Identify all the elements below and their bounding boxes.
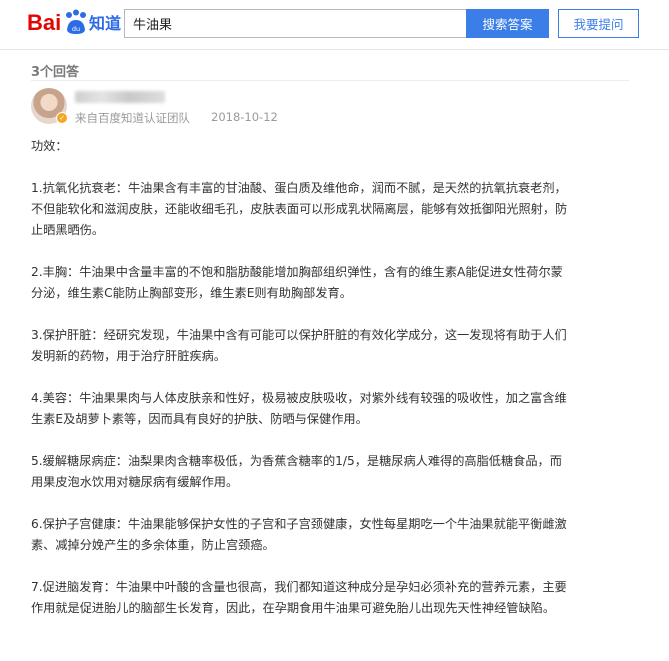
answer-body: 功效： 1.抗氧化抗衰老：牛油果含有丰富的甘油酸、蛋白质及维他命，润而不腻，是天…: [31, 136, 631, 619]
paragraph-line: 1.抗氧化抗衰老：牛油果含有丰富的甘油酸、蛋白质及维他命，润而不腻，是天然的抗氧…: [31, 181, 567, 195]
paragraph-line: 分泌，维生素C能防止胸部变形，维生素E则有助胸部发育。: [31, 286, 352, 300]
baidu-zhidao-logo[interactable]: Bai du 知道: [27, 8, 123, 36]
paragraph-line: 7.促进脑发育：牛油果中叶酸的含量也很高，我们都知道这种成分是孕妇必须补充的营养…: [31, 580, 567, 594]
answer-paragraph: 2.丰胸：牛油果中含量丰富的不饱和脂肪酸能增加胸部组织弹性，含有的维生素A能促进…: [31, 262, 631, 304]
answer-paragraph: 3.保护肝脏：经研究发现，牛油果中含有可能可以保护肝脏的有效化学成分，这一发现将…: [31, 325, 631, 367]
top-search-bar: Bai du 知道 搜索答案 我要提问: [0, 0, 669, 46]
paragraph-line: 止晒黑晒伤。: [31, 223, 105, 237]
answer-paragraph: 4.美容：牛油果果肉与人体皮肤亲和性好，极易被皮肤吸收，对紫外线有较强的吸收性，…: [31, 388, 631, 430]
paragraph-line: 生素E及胡萝卜素等，因而具有良好的护肤、防晒与保健作用。: [31, 412, 368, 426]
svg-text:知道: 知道: [89, 14, 121, 33]
paragraph-line: 发明新的药物，用于治疗肝脏疾病。: [31, 349, 226, 363]
answer-source[interactable]: 来自百度知道认证团队: [75, 110, 190, 126]
paragraph-line: 3.保护肝脏：经研究发现，牛油果中含有可能可以保护肝脏的有效化学成分，这一发现将…: [31, 328, 567, 342]
answer-paragraph: 5.缓解糖尿病症：油梨果肉含糖率极低，为香蕉含糖率的1/5，是糖尿病人难得的高脂…: [31, 451, 631, 493]
svg-text:du: du: [72, 25, 80, 33]
blurred-username: [75, 91, 165, 103]
search-answer-button[interactable]: 搜索答案: [466, 9, 549, 38]
paragraph-line: 不但能软化和滋润皮肤，还能收细毛孔，皮肤表面可以形成乳状隔离层，能够有效抵御阳光…: [31, 202, 568, 216]
paragraph-line: 用果皮泡水饮用对糖尿病有缓解作用。: [31, 475, 239, 489]
paragraph-line: 6.保护子宫健康：牛油果能够保护女性的子宫和子宫颈健康，女性每星期吃一个牛油果就…: [31, 517, 567, 531]
header-divider: [0, 49, 669, 50]
paragraph-line: 作用就是促进胎儿的脑部生长发育，因此，在孕期食用牛油果可避免胎儿出现先天性神经管…: [31, 601, 556, 615]
paragraph-line: 2.丰胸：牛油果中含量丰富的不饱和脂肪酸能增加胸部组织弹性，含有的维生素A能促进…: [31, 265, 563, 279]
answer-paragraph: 6.保护子宫健康：牛油果能够保护女性的子宫和子宫颈健康，女性每星期吃一个牛油果就…: [31, 514, 631, 556]
paragraph-line: 5.缓解糖尿病症：油梨果肉含糖率极低，为香蕉含糖率的1/5，是糖尿病人难得的高脂…: [31, 454, 562, 468]
paragraph-line: 素、减掉分娩产生的多余体重，防止宫颈癌。: [31, 538, 275, 552]
answer-count: 3个回答: [31, 65, 80, 80]
answer-count-divider: [31, 80, 629, 81]
ask-question-button[interactable]: 我要提问: [558, 9, 639, 38]
verified-badge-icon: ✓: [56, 112, 68, 124]
answer-paragraph: 7.促进脑发育：牛油果中叶酸的含量也很高，我们都知道这种成分是孕妇必须补充的营养…: [31, 577, 631, 619]
answer-date: 2018-10-12: [211, 110, 278, 124]
answer-intro: 功效：: [31, 139, 68, 153]
answer-paragraph: 1.抗氧化抗衰老：牛油果含有丰富的甘油酸、蛋白质及维他命，润而不腻，是天然的抗氧…: [31, 178, 631, 241]
paragraph-line: 4.美容：牛油果果肉与人体皮肤亲和性好，极易被皮肤吸收，对紫外线有较强的吸收性，…: [31, 391, 567, 405]
search-input[interactable]: [124, 9, 466, 38]
svg-text:Bai: Bai: [27, 10, 61, 35]
